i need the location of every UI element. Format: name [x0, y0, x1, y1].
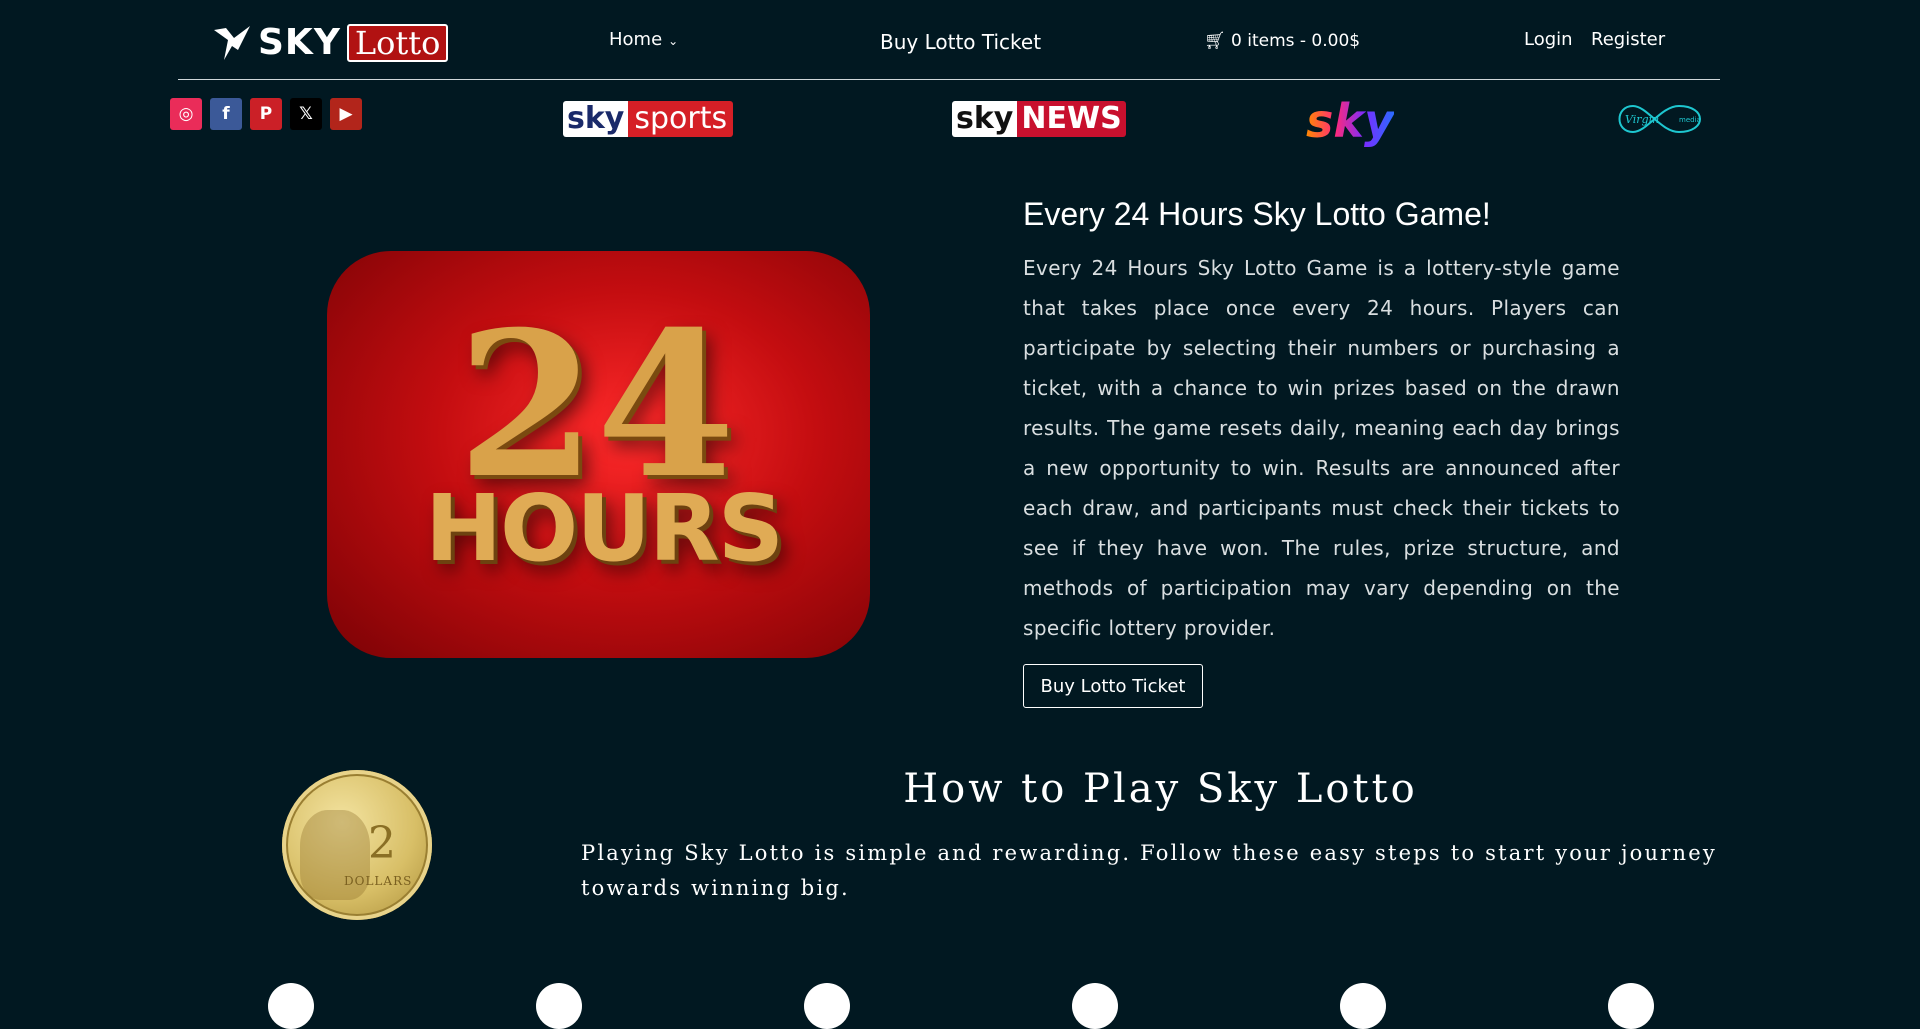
sky-news-logo-news: NEWS	[1017, 101, 1126, 137]
site-header: SKY Lotto Home ⌄ Buy Lotto Ticket 🛒︎ 0 it…	[0, 0, 1920, 80]
hero-description: Every 24 Hours Sky Lotto Game is a lotte…	[1023, 256, 1620, 640]
sky-logo: sky	[1306, 94, 1394, 148]
cart-icon: 🛒︎	[1204, 31, 1226, 51]
x-twitter-icon[interactable]: 𝕏	[290, 98, 322, 130]
header-divider	[178, 79, 1720, 80]
chevron-down-icon: ⌄	[668, 34, 679, 48]
coin-label: DOLLARS	[344, 874, 413, 888]
step-icon-5	[1340, 983, 1386, 1029]
svg-text:media: media	[1679, 116, 1701, 124]
step-icon-3	[804, 983, 850, 1029]
youtube-icon[interactable]: ▶	[330, 98, 362, 130]
step-icon-2	[536, 983, 582, 1029]
nav-cart[interactable]: 🛒︎ 0 items - 0.00$	[1204, 31, 1360, 51]
virgin-media-infinity-icon: Virgin media	[1618, 104, 1701, 134]
cart-summary: 0 items - 0.00$	[1231, 31, 1361, 51]
nav-login[interactable]: Login	[1524, 29, 1573, 50]
sky-sports-logo: sky sports	[563, 101, 734, 137]
virgin-media-logo: Virgin media	[1613, 102, 1711, 140]
logo-sky-text: SKY	[258, 22, 341, 63]
svg-text:Virgin: Virgin	[1625, 113, 1659, 126]
sky-sports-logo-sports: sports	[628, 101, 734, 137]
social-links: ◎ f P 𝕏 ▶	[170, 98, 362, 130]
pinterest-icon[interactable]: P	[250, 98, 282, 130]
sky-news-logo-sky: sky	[952, 101, 1018, 137]
step-icon-4	[1072, 983, 1118, 1029]
sky-news-logo: sky NEWS	[952, 101, 1126, 137]
how-to-play-description: Playing Sky Lotto is simple and rewardin…	[581, 841, 1717, 900]
hero-title: Every 24 Hours Sky Lotto Game!	[1023, 196, 1491, 232]
two-dollar-coin-image: 2 DOLLARS	[282, 770, 432, 920]
step-icon-1	[268, 983, 314, 1029]
nav-home-label: Home	[609, 29, 663, 50]
facebook-icon[interactable]: f	[210, 98, 242, 130]
logo-bird-icon	[214, 25, 250, 60]
sky-sports-logo-sky: sky	[563, 101, 629, 137]
steps-row	[0, 983, 1920, 1029]
hero-image-hours: HOURS	[425, 475, 784, 582]
coin-value: 2	[368, 818, 396, 869]
how-to-play-title: How to Play Sky Lotto	[903, 766, 1418, 812]
hero-24-hours-image: 24 HOURS	[327, 251, 870, 658]
step-icon-6	[1608, 983, 1654, 1029]
nav-buy-ticket[interactable]: Buy Lotto Ticket	[880, 30, 1041, 54]
instagram-icon[interactable]: ◎	[170, 98, 202, 130]
buy-lotto-ticket-button[interactable]: Buy Lotto Ticket	[1023, 664, 1203, 708]
nav-register[interactable]: Register	[1591, 29, 1665, 50]
site-logo[interactable]: SKY Lotto	[212, 22, 449, 63]
nav-home[interactable]: Home ⌄	[609, 29, 678, 50]
logo-lotto-text: Lotto	[346, 23, 449, 62]
